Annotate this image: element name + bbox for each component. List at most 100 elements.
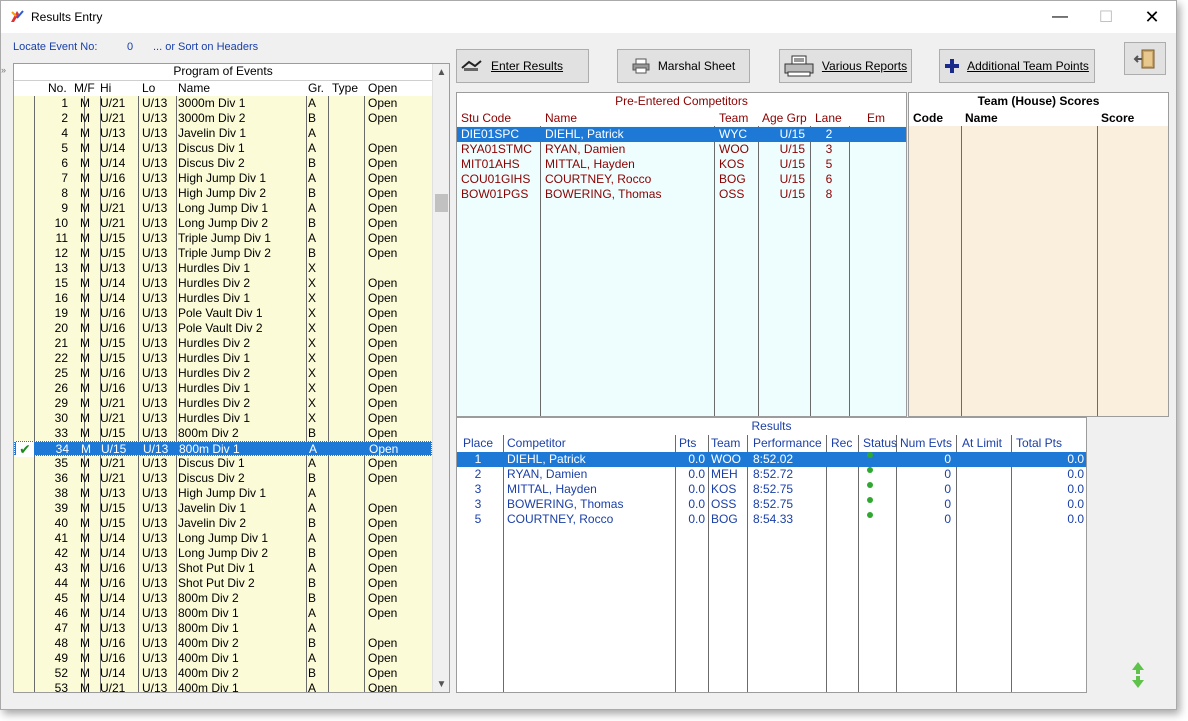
program-row[interactable]: 36 M U/21 U/13 Discus Div 2 B Open xyxy=(14,471,432,486)
program-row[interactable]: 6 M U/14 U/13 Discus Div 2 B Open xyxy=(14,156,432,171)
exit-door-button[interactable] xyxy=(1124,42,1166,75)
program-row[interactable]: 9 M U/21 U/13 Long Jump Div 1 A Open xyxy=(14,201,432,216)
program-row[interactable]: 19 M U/16 U/13 Pole Vault Div 1 X Open xyxy=(14,306,432,321)
pre-cell-lane: 8 xyxy=(825,187,833,201)
col-header-em[interactable]: Em xyxy=(867,110,885,126)
program-row[interactable]: 44 M U/16 U/13 Shot Put Div 2 B Open xyxy=(14,576,432,591)
program-row[interactable]: 22 M U/15 U/13 Hurdles Div 1 X Open xyxy=(14,351,432,366)
program-row[interactable]: 41 M U/14 U/13 Long Jump Div 1 A Open xyxy=(14,531,432,546)
col-header-stu-code[interactable]: Stu Code xyxy=(461,110,511,126)
program-row[interactable]: 39 M U/15 U/13 Javelin Div 1 A Open xyxy=(14,501,432,516)
scroll-up-icon[interactable]: ▲ xyxy=(433,64,449,81)
program-of-events-grid[interactable]: Program of Events No. M/F Hi Lo Name Gr.… xyxy=(13,63,450,693)
results-row[interactable]: 3 MITTAL, Hayden 0.0 KOS 8:52.75 0 0.0 xyxy=(457,482,1086,497)
program-row[interactable]: 40 M U/15 U/13 Javelin Div 2 B Open xyxy=(14,516,432,531)
pre-entered-competitors-grid[interactable]: Pre-Entered Competitors Stu Code Name Te… xyxy=(456,92,907,417)
col-header-place[interactable]: Place xyxy=(463,435,493,451)
program-row[interactable]: 26 M U/16 U/13 Hurdles Div 1 X Open xyxy=(14,381,432,396)
results-row[interactable]: 5 COURTNEY, Rocco 0.0 BOG 8:54.33 0 0.0 xyxy=(457,512,1086,527)
scroll-thumb[interactable] xyxy=(435,194,448,212)
program-row[interactable]: 46 M U/14 U/13 800m Div 1 A Open xyxy=(14,606,432,621)
program-row[interactable]: 11 M U/15 U/13 Triple Jump Div 1 A Open xyxy=(14,231,432,246)
program-body[interactable]: No. M/F Hi Lo Name Gr. Type Open 1 M U/21 U… xyxy=(14,81,432,692)
col-header-num-evts[interactable]: Num Evts xyxy=(900,435,952,451)
close-button[interactable]: ✕ xyxy=(1129,1,1175,33)
col-header-name[interactable]: Name xyxy=(545,110,577,126)
program-row[interactable]: 20 M U/16 U/13 Pole Vault Div 2 X Open xyxy=(14,321,432,336)
scroll-down-icon[interactable]: ▼ xyxy=(433,676,449,692)
program-row[interactable]: 15 M U/14 U/13 Hurdles Div 2 X Open xyxy=(14,276,432,291)
program-row[interactable]: 16 M U/14 U/13 Hurdles Div 1 X Open xyxy=(14,291,432,306)
enter-results-button[interactable]: Enter Results xyxy=(456,49,589,83)
program-row[interactable]: 30 M U/21 U/13 Hurdles Div 1 X Open xyxy=(14,411,432,426)
team-house-scores-grid[interactable]: Team (House) Scores Code Name Score xyxy=(908,92,1169,417)
results-row[interactable]: 2 RYAN, Damien 0.0 MEH 8:52.72 0 0.0 xyxy=(457,467,1086,482)
program-row[interactable]: 21 M U/15 U/13 Hurdles Div 2 X Open xyxy=(14,336,432,351)
locate-event-input[interactable]: 0 xyxy=(127,41,133,53)
results-row[interactable]: 3 BOWERING, Thomas 0.0 OSS 8:52.75 0 0.0 xyxy=(457,497,1086,512)
col-header-age-grp[interactable]: Age Grp xyxy=(762,110,807,126)
col-header-lane[interactable]: Lane xyxy=(815,110,842,126)
col-header-total-pts[interactable]: Total Pts xyxy=(1016,435,1062,451)
additional-team-points-button[interactable]: Additional Team Points xyxy=(939,49,1095,83)
program-row[interactable]: 52 M U/14 U/13 400m Div 2 B Open xyxy=(14,666,432,681)
program-row[interactable]: 49 M U/16 U/13 400m Div 1 A Open xyxy=(14,651,432,666)
col-header-status[interactable]: Status xyxy=(863,435,897,451)
program-row[interactable]: 45 M U/14 U/13 800m Div 2 B Open xyxy=(14,591,432,606)
program-row[interactable]: 5 M U/14 U/13 Discus Div 1 A Open xyxy=(14,141,432,156)
maximize-button[interactable]: ☐ xyxy=(1083,1,1129,33)
col-header-gr[interactable]: Gr. xyxy=(308,81,328,96)
col-header-performance[interactable]: Performance xyxy=(753,435,822,451)
pre-entered-row[interactable]: COU01GIHS COURTNEY, Rocco BOG U/15 6 xyxy=(457,172,906,187)
program-row[interactable]: 47 M U/13 U/13 800m Div 1 A xyxy=(14,621,432,636)
pre-entered-row[interactable]: DIE01SPC DIEHL, Patrick WYC U/15 2 xyxy=(457,127,906,142)
program-row[interactable]: 13 M U/13 U/13 Hurdles Div 1 X xyxy=(14,261,432,276)
pre-entered-row[interactable]: MIT01AHS MITTAL, Hayden KOS U/15 5 xyxy=(457,157,906,172)
program-cell-lo: U/13 xyxy=(142,636,168,650)
program-row[interactable]: 42 M U/14 U/13 Long Jump Div 2 B Open xyxy=(14,546,432,561)
program-row[interactable]: 35 M U/21 U/13 Discus Div 1 A Open xyxy=(14,456,432,471)
pre-entered-row[interactable]: BOW01PGS BOWERING, Thomas OSS U/15 8 xyxy=(457,187,906,202)
col-header-competitor[interactable]: Competitor xyxy=(507,435,566,451)
col-header-code[interactable]: Code xyxy=(913,110,943,126)
col-header-team[interactable]: Team xyxy=(711,435,740,451)
program-row[interactable]: 29 M U/21 U/13 Hurdles Div 2 X Open xyxy=(14,396,432,411)
program-row[interactable]: 1 M U/21 U/13 3000m Div 1 A Open xyxy=(14,96,432,111)
col-header-hi[interactable]: Hi xyxy=(100,81,134,96)
program-row[interactable]: 4 M U/13 U/13 Javelin Div 1 A xyxy=(14,126,432,141)
program-row[interactable]: 34 M U/15 U/13 800m Div 1 A Open ✔ xyxy=(14,441,432,457)
col-header-mf[interactable]: M/F xyxy=(74,81,100,96)
col-header-type[interactable]: Type xyxy=(332,81,364,96)
program-row[interactable]: 38 M U/13 U/13 High Jump Div 1 A xyxy=(14,486,432,501)
pre-entered-row[interactable]: RYA01STMC RYAN, Damien WOO U/15 3 xyxy=(457,142,906,157)
side-grip-icon[interactable]: » xyxy=(1,65,10,79)
program-cell-open: Open xyxy=(368,156,398,170)
results-grid[interactable]: Results Place Competitor Pts Team Perfor… xyxy=(456,417,1087,693)
program-row[interactable]: 2 M U/21 U/13 3000m Div 2 B Open xyxy=(14,111,432,126)
program-row[interactable]: 43 M U/16 U/13 Shot Put Div 1 A Open xyxy=(14,561,432,576)
resize-panels-arrows-icon[interactable] xyxy=(1130,661,1146,689)
col-header-pts[interactable]: Pts xyxy=(679,435,696,451)
program-row[interactable]: 53 M U/21 U/13 400m Div 1 A Open xyxy=(14,681,432,692)
col-header-team[interactable]: Team xyxy=(719,110,748,126)
marshal-sheet-button[interactable]: Marshal Sheet xyxy=(617,49,750,83)
program-row[interactable]: 48 M U/16 U/13 400m Div 2 B Open xyxy=(14,636,432,651)
various-reports-button[interactable]: Various Reports xyxy=(779,49,912,83)
col-header-name[interactable]: Name xyxy=(965,110,998,126)
program-row[interactable]: 33 M U/15 U/13 800m Div 2 B Open xyxy=(14,426,432,441)
results-row[interactable]: 1 DIEHL, Patrick 0.0 WOO 8:52.02 0 0.0 xyxy=(457,452,1086,467)
minimize-button[interactable]: — xyxy=(1037,1,1083,33)
program-cell-mf: M xyxy=(80,426,90,440)
program-row[interactable]: 7 M U/16 U/13 High Jump Div 1 A Open xyxy=(14,171,432,186)
program-row[interactable]: 12 M U/15 U/13 Triple Jump Div 2 B Open xyxy=(14,246,432,261)
program-row[interactable]: 25 M U/16 U/13 Hurdles Div 2 X Open xyxy=(14,366,432,381)
col-header-at-limit[interactable]: At Limit xyxy=(962,435,1002,451)
col-header-open[interactable]: Open xyxy=(368,81,426,96)
program-row[interactable]: 8 M U/16 U/13 High Jump Div 2 B Open xyxy=(14,186,432,201)
program-scrollbar[interactable]: ▲ ▼ xyxy=(432,64,449,692)
col-header-score[interactable]: Score xyxy=(1101,110,1134,126)
col-header-rec[interactable]: Rec xyxy=(831,435,852,451)
program-row[interactable]: 10 M U/21 U/13 Long Jump Div 2 B Open xyxy=(14,216,432,231)
col-header-lo[interactable]: Lo xyxy=(142,81,176,96)
col-header-name[interactable]: Name xyxy=(178,81,304,96)
